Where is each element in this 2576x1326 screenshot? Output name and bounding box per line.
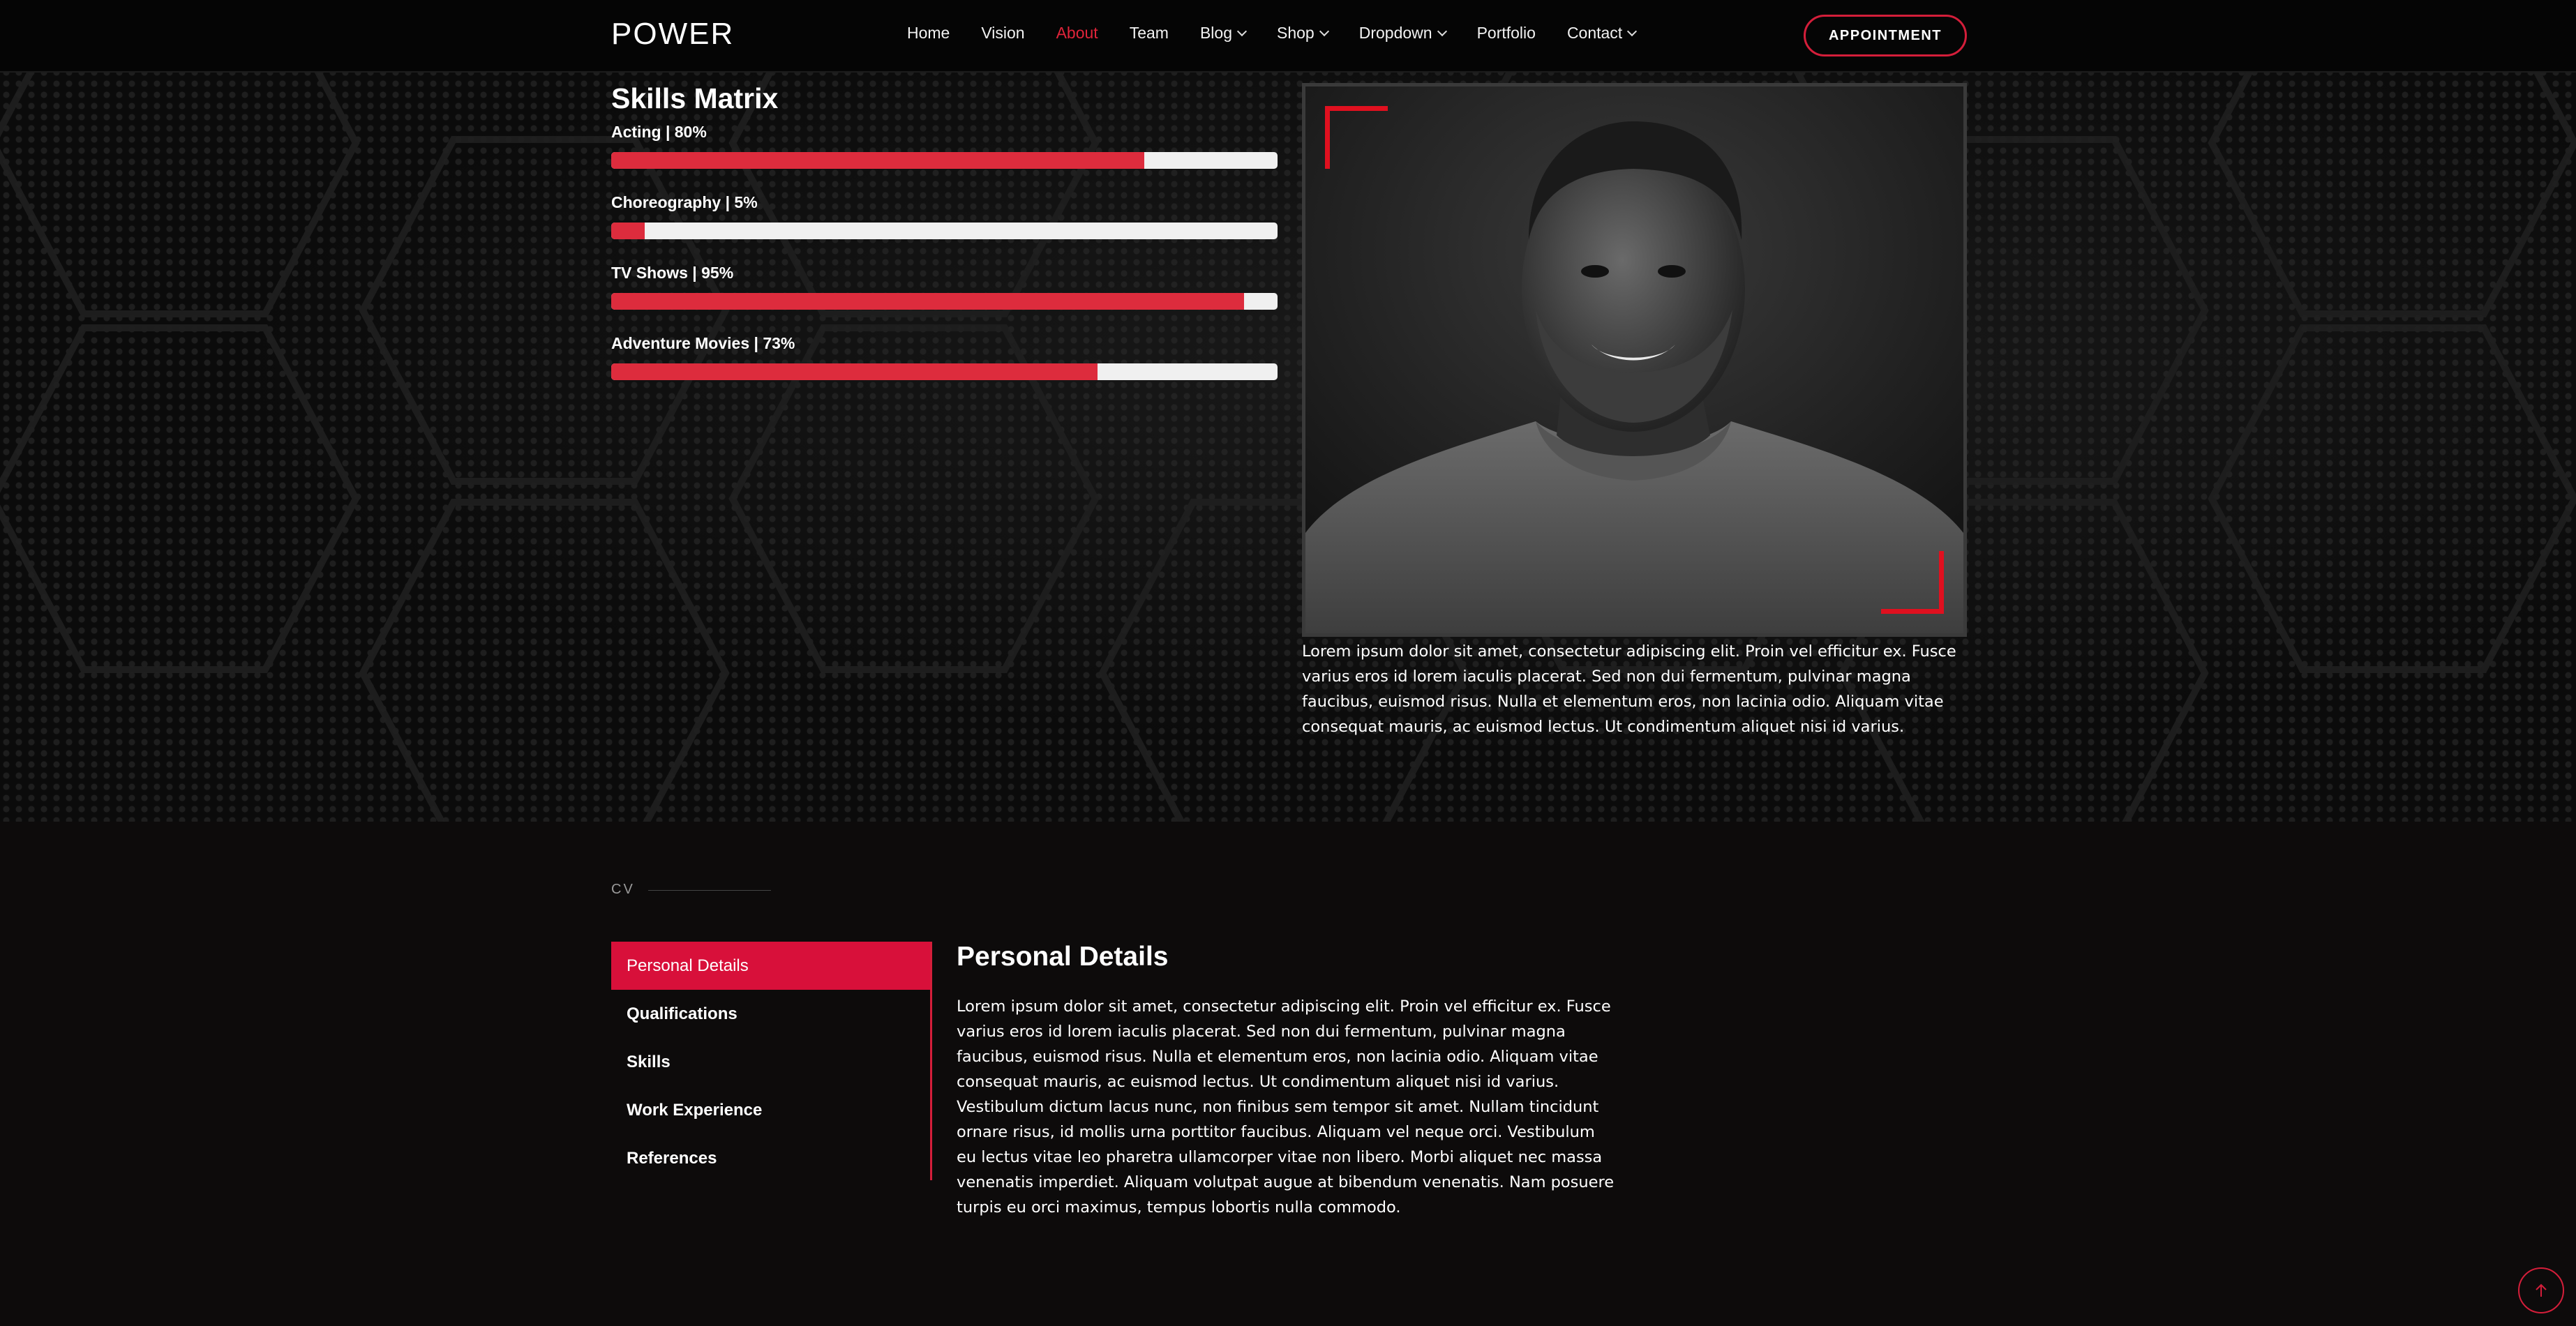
tab-skills[interactable]: Skills	[611, 1038, 930, 1086]
nav-item-label: About	[1056, 24, 1098, 42]
frame-corner-accent	[1325, 106, 1388, 169]
skills-title: Skills Matrix	[611, 82, 779, 114]
nav-item-portfolio[interactable]: Portfolio	[1477, 24, 1536, 43]
nav-item-label: Contact	[1566, 24, 1623, 42]
skill-label: Acting | 80%	[611, 123, 707, 141]
hero-section	[0, 0, 2576, 822]
nav-item-team[interactable]: Team	[1130, 24, 1169, 43]
nav-item-shop[interactable]: Shop	[1277, 24, 1329, 43]
nav-item-label: Blog	[1199, 24, 1232, 42]
skill-adventure-movies: Adventure Movies | 73%	[611, 334, 1278, 380]
skill-progress-track	[611, 152, 1278, 169]
frame-corner-accent	[1881, 551, 1944, 614]
skill-progress-fill	[611, 363, 1098, 380]
skill-choreography: Choreography | 5%	[611, 193, 1278, 239]
skill-progress-track	[611, 223, 1278, 239]
nav-item-dropdown[interactable]: Dropdown	[1358, 24, 1447, 43]
skill-progress-track	[611, 363, 1278, 380]
skill-label: Choreography | 5%	[611, 193, 758, 211]
arrow-up-icon	[2536, 1283, 2547, 1297]
appointment-button[interactable]: APPOINTMENT	[1804, 15, 1967, 56]
nav-item-label: Portfolio	[1476, 24, 1536, 42]
skill-tv-shows: TV Shows | 95%	[611, 264, 1278, 310]
scroll-to-top-button[interactable]	[2518, 1267, 2564, 1313]
skill-progress-track	[611, 293, 1278, 310]
skill-progress-fill	[611, 223, 645, 239]
cv-body-text: Lorem ipsum dolor sit amet, consectetur …	[957, 997, 1615, 1216]
bio-text: Lorem ipsum dolor sit amet, consectetur …	[1302, 642, 1956, 736]
nav-item-about[interactable]: About	[1056, 24, 1098, 43]
skill-label: TV Shows | 95%	[611, 264, 734, 282]
hexagon-background	[0, 0, 2576, 822]
tab-qualifications[interactable]: Qualifications	[611, 990, 930, 1038]
chevron-down-icon	[1627, 26, 1638, 36]
skill-acting: Acting | 80%	[611, 123, 1278, 169]
main-nav: Home Vision About Team Blog Shop Dropdow…	[907, 24, 1667, 43]
cv-tabs: Personal Details Qualifications Skills W…	[611, 942, 932, 1180]
tab-references[interactable]: References	[611, 1134, 930, 1182]
nav-item-label: Team	[1129, 24, 1169, 42]
nav-item-contact[interactable]: Contact	[1566, 24, 1638, 43]
tab-personal-details[interactable]: Personal Details	[611, 942, 930, 990]
chevron-down-icon	[1437, 26, 1447, 36]
portrait-frame	[1302, 83, 1967, 637]
skill-progress-fill	[611, 152, 1144, 169]
nav-item-label: Home	[907, 24, 950, 42]
cv-divider	[648, 890, 771, 891]
site-header: POWER Home Vision About Team Blog Shop D…	[0, 0, 2576, 73]
nav-item-vision[interactable]: Vision	[981, 24, 1024, 43]
tab-work-experience[interactable]: Work Experience	[611, 1086, 930, 1134]
cv-heading: Personal Details	[957, 942, 1169, 972]
site-logo[interactable]: POWER	[611, 17, 734, 52]
cv-section-label: CV	[611, 882, 635, 897]
nav-item-label: Vision	[981, 24, 1025, 42]
skill-label: Adventure Movies | 73%	[611, 334, 795, 352]
chevron-down-icon	[1236, 26, 1248, 36]
portrait-photo	[1305, 86, 1963, 633]
nav-item-home[interactable]: Home	[907, 24, 950, 43]
chevron-down-icon	[1319, 26, 1329, 36]
nav-item-label: Shop	[1277, 24, 1315, 42]
nav-item-blog[interactable]: Blog	[1199, 24, 1248, 43]
skill-progress-fill	[611, 293, 1245, 310]
nav-item-label: Dropdown	[1358, 24, 1432, 42]
